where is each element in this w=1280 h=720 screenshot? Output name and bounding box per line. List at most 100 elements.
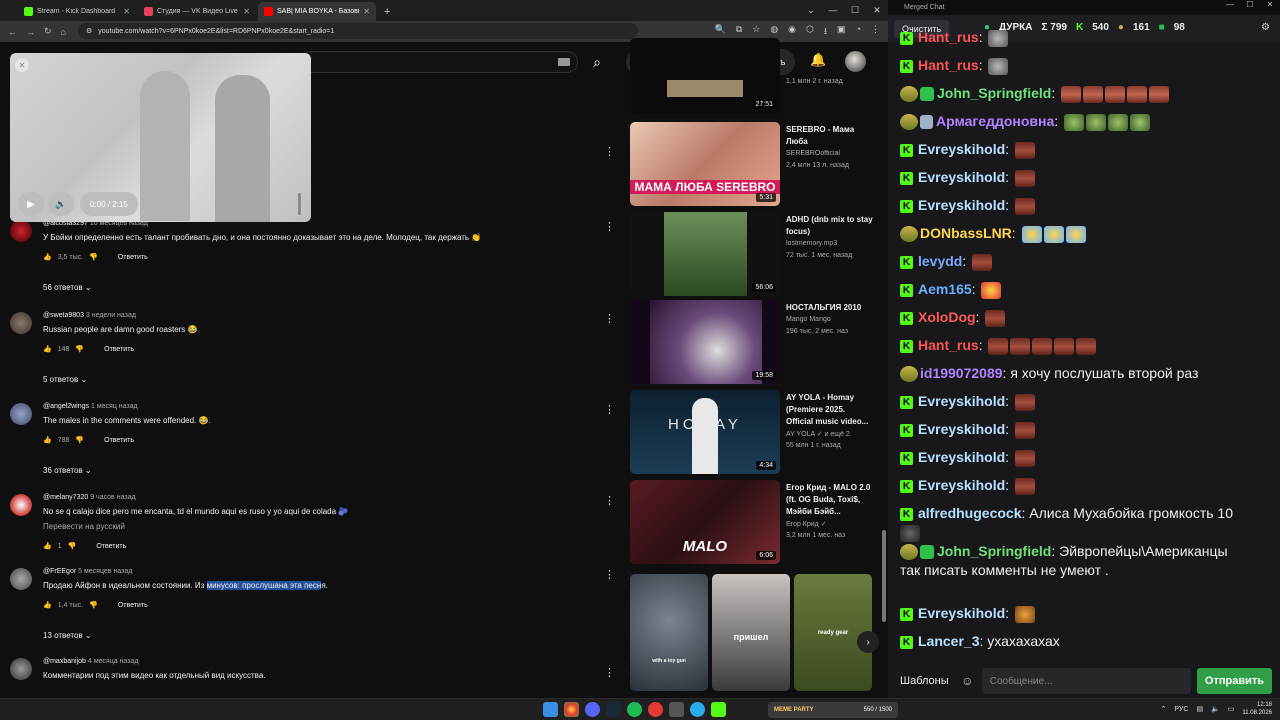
volume-slider[interactable] — [298, 193, 301, 215]
emoji-icon[interactable]: ☺ — [959, 674, 976, 688]
tab-youtube[interactable]: SAB| MIA BOYKA - Базовый м ✕ — [258, 2, 376, 21]
more-icon[interactable]: ⋮ — [604, 312, 615, 325]
language-indicator[interactable]: РУС — [1174, 706, 1188, 713]
dislike-icon[interactable]: 👎 — [75, 345, 84, 353]
maximize-icon[interactable]: ☐ — [1240, 0, 1260, 9]
avatar[interactable] — [10, 568, 32, 590]
replies-toggle[interactable]: 36 ответов ⌄ — [43, 466, 92, 475]
chat-username[interactable]: id199072089 — [920, 365, 1003, 381]
url-field[interactable]: ⚙ youtube.com/watch?v=6PNPx0koe2E&list=RD… — [78, 23, 638, 39]
clock[interactable]: 12:18 11.08.2026 — [1242, 701, 1272, 717]
discord-icon[interactable] — [585, 702, 600, 717]
back-icon[interactable]: ← — [8, 27, 17, 37]
obs-icon[interactable] — [648, 702, 663, 717]
channel-name[interactable]: AY YOLA ✓ и ещё 2 — [786, 430, 878, 438]
avatar[interactable] — [10, 220, 32, 242]
volume-icon[interactable]: 🔈 — [48, 192, 74, 216]
chrome-icon[interactable] — [564, 702, 579, 717]
play-button[interactable]: ▶ — [18, 192, 44, 216]
comment-time[interactable]: 4 месяца назад — [88, 658, 139, 665]
tab-vk[interactable]: Студия — VK Видео Live ✕ — [138, 2, 256, 21]
minimize-icon[interactable]: — — [822, 0, 844, 20]
chat-username[interactable]: levydd — [918, 253, 962, 269]
dislike-icon[interactable]: 👎 — [68, 542, 77, 550]
like-icon[interactable]: 👍 — [43, 542, 52, 550]
chat-username[interactable]: John_Springfield — [937, 543, 1051, 559]
app-icon[interactable] — [669, 702, 684, 717]
comment-time[interactable]: 9 часов назад — [90, 494, 135, 501]
comment-author[interactable]: @maxbanijob — [43, 658, 86, 665]
comment-author[interactable]: @melany7320 — [43, 494, 88, 501]
chevron-up-icon[interactable]: ⌃ — [1161, 705, 1167, 713]
close-window-icon[interactable]: ✕ — [1260, 0, 1280, 9]
close-icon[interactable]: ✕ — [15, 58, 29, 72]
chat-username[interactable]: Evreyskihold — [918, 169, 1005, 185]
telegram-icon[interactable] — [690, 702, 705, 717]
forward-icon[interactable]: → — [26, 27, 35, 37]
network-icon[interactable]: ▤ — [1196, 705, 1203, 713]
related-video[interactable]: MALO 6:06 Егор Крид - MALO 2.0 (ft. OG B… — [630, 480, 880, 564]
chat-username[interactable]: XoloDog — [918, 309, 976, 325]
related-video[interactable]: МАМА ЛЮБА SEREBRO 5:31 SEREBRO - Мама Лю… — [630, 122, 880, 206]
maximize-icon[interactable]: ☐ — [844, 0, 866, 20]
chat-username[interactable]: Evreyskihold — [918, 449, 1005, 465]
replies-toggle[interactable]: 56 ответов ⌄ — [43, 283, 92, 292]
chat-username[interactable]: John_Springfield — [937, 85, 1051, 101]
chat-username[interactable]: Evreyskihold — [918, 141, 1005, 157]
send-button[interactable]: Отправить — [1196, 668, 1272, 694]
tab-kick[interactable]: Stream - Kick Dashboard ✕ — [18, 2, 136, 21]
windows-icon[interactable] — [543, 702, 558, 717]
translate-link[interactable]: Перевести на русский — [43, 522, 125, 531]
meme-party-widget[interactable]: MEME PARTY 550 / 1500 — [768, 702, 898, 718]
chat-username[interactable]: Evreyskihold — [918, 421, 1005, 437]
new-tab-button[interactable]: + — [378, 2, 396, 21]
site-info-icon[interactable]: ⚙ — [86, 27, 92, 35]
replies-toggle[interactable]: 13 ответов ⌄ — [43, 631, 92, 640]
scrollbar[interactable] — [882, 530, 886, 622]
channel-name[interactable]: Mango Mango — [786, 316, 878, 323]
related-video[interactable]: 27:51 1,1 млн 2 г. назад — [630, 38, 880, 113]
chat-username[interactable]: Evreyskihold — [918, 605, 1005, 621]
chat-username[interactable]: Evreyskihold — [918, 393, 1005, 409]
reload-icon[interactable]: ↻ — [44, 26, 52, 37]
dislike-icon[interactable]: 👎 — [89, 253, 98, 261]
more-icon[interactable]: ⋮ — [604, 494, 615, 507]
avatar[interactable] — [10, 658, 32, 680]
battery-icon[interactable]: ▭ — [1228, 705, 1235, 713]
comment-author[interactable]: @FrEEgor — [43, 568, 76, 575]
reply-button[interactable]: Ответить — [96, 543, 126, 550]
more-icon[interactable]: ⋮ — [604, 220, 615, 233]
related-video[interactable]: HOMAY 4:34 AY YOLA - Homay (Premiere 202… — [630, 390, 880, 474]
related-video[interactable]: 56:06 ADHD (dnb mix to stay focus) lostm… — [630, 212, 880, 296]
comment-time[interactable]: 3 недели назад — [86, 312, 136, 319]
chat-username[interactable]: Aem165 — [918, 281, 972, 297]
close-tab-icon[interactable]: ✕ — [123, 7, 130, 16]
reply-button[interactable]: Ответить — [104, 437, 134, 444]
chat-username[interactable]: Evreyskihold — [918, 477, 1005, 493]
reply-button[interactable]: Ответить — [118, 254, 148, 261]
tab-search-icon[interactable]: ⌄ — [800, 0, 822, 20]
message-input[interactable]: Сообщение... — [981, 668, 1191, 694]
chat-username[interactable]: Evreyskihold — [918, 197, 1005, 213]
home-icon[interactable]: ⌂ — [61, 27, 66, 37]
like-icon[interactable]: 👍 — [43, 601, 52, 609]
channel-name[interactable]: Егор Крид ✓ — [786, 520, 878, 528]
spotify-icon[interactable] — [627, 702, 642, 717]
close-window-icon[interactable]: ✕ — [866, 0, 888, 20]
reply-button[interactable]: Ответить — [118, 602, 148, 609]
close-tab-icon[interactable]: ✕ — [243, 7, 250, 16]
steam-icon[interactable] — [606, 702, 621, 717]
comment-time[interactable]: 1 месяц назад — [91, 403, 138, 410]
chat-username[interactable]: Армагеддоновна — [936, 113, 1054, 129]
more-icon[interactable]: ⋮ — [604, 145, 615, 158]
chat-username[interactable]: Hant_rus — [918, 337, 979, 353]
kick-icon[interactable] — [711, 702, 726, 717]
like-icon[interactable]: 👍 — [43, 345, 52, 353]
comment-time[interactable]: 5 месяцев назад — [78, 568, 132, 575]
avatar[interactable] — [10, 403, 32, 425]
channel-name[interactable]: lostmemory.mp3 — [786, 240, 878, 247]
chat-username[interactable]: Hant_rus — [918, 29, 979, 45]
more-icon[interactable]: ⋮ — [604, 568, 615, 581]
comment-author[interactable]: @sweta9803 — [43, 312, 84, 319]
templates-button[interactable]: Шаблоны — [896, 675, 953, 687]
